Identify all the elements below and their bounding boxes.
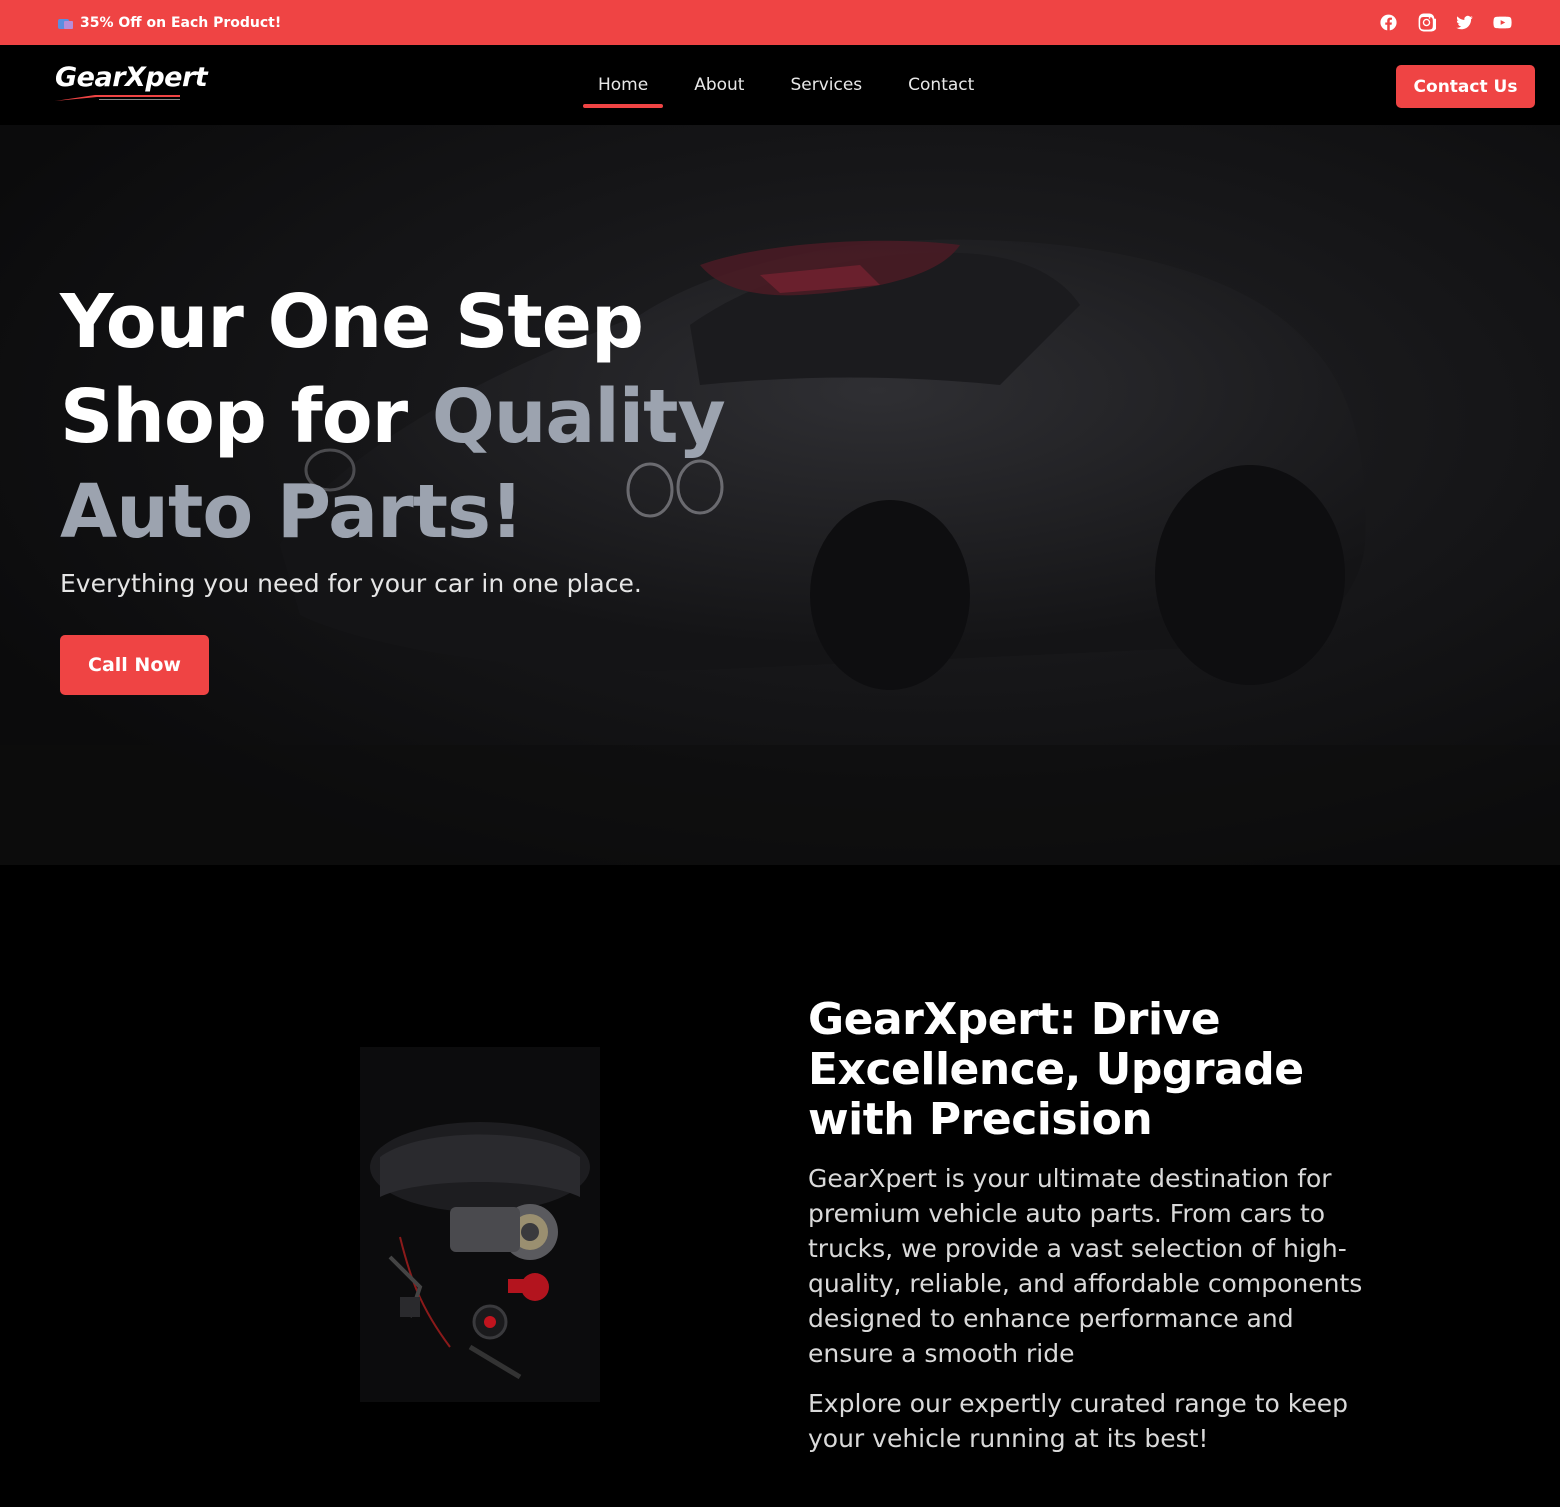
engine-illustration (360, 1047, 600, 1402)
about-paragraph-1: GearXpert is your ultimate destination f… (808, 1164, 1363, 1368)
about-section: GearXpert: Drive Excellence, Upgrade wit… (0, 865, 1560, 1507)
call-now-button[interactable]: Call Now (60, 635, 209, 695)
promo-text: 35% Off on Each Product! (80, 14, 282, 31)
youtube-icon[interactable] (1492, 13, 1512, 33)
nav-item-contact[interactable]: Contact (893, 45, 989, 125)
contact-us-button[interactable]: Contact Us (1396, 65, 1535, 108)
twitter-icon[interactable] (1454, 13, 1474, 33)
promo: 35% Off on Each Product! (58, 15, 281, 31)
hero-section: Your One Step Shop for Quality Auto Part… (0, 125, 1560, 865)
main-nav: Home About Services Contact (583, 45, 989, 125)
nav-item-home[interactable]: Home (583, 45, 664, 125)
facebook-icon[interactable] (1378, 13, 1398, 33)
hero-subtitle: Everything you need for your car in one … (60, 569, 642, 598)
engine-image (360, 1047, 600, 1402)
logo-text: GearXpert (55, 62, 208, 93)
promo-bar: 35% Off on Each Product! (0, 0, 1560, 45)
nav-item-about[interactable]: About (679, 45, 759, 125)
nav-item-services[interactable]: Services (775, 45, 877, 125)
about-paragraph-2: Explore our expertly curated range to ke… (808, 1389, 1348, 1453)
about-title: GearXpert: Drive Excellence, Upgrade wit… (808, 994, 1304, 1145)
hero-title: Your One Step Shop for Quality Auto Part… (60, 275, 760, 560)
social-links (1378, 13, 1512, 33)
instagram-icon[interactable] (1416, 13, 1436, 33)
logo-swoosh-icon (55, 95, 180, 101)
shopping-bags-icon (58, 16, 74, 30)
navbar: GearXpert Home About Services Contact Co… (0, 45, 1560, 125)
logo[interactable]: GearXpert (55, 62, 208, 107)
